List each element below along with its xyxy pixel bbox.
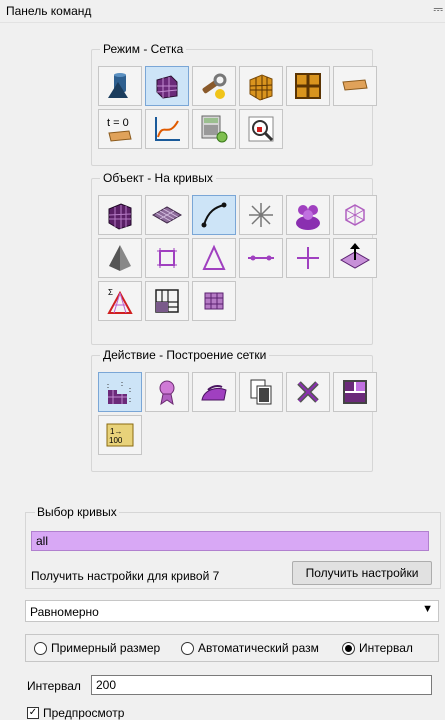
action-group-label: Действие - Построение сетки: [100, 348, 270, 362]
layout-button[interactable]: [333, 372, 377, 412]
award-icon: [151, 376, 183, 408]
quad-element-button[interactable]: [145, 238, 189, 278]
tools-button[interactable]: [192, 66, 236, 106]
time-zero-button[interactable]: t = 0: [98, 109, 142, 149]
check-icon[interactable]: ✓: [27, 707, 39, 719]
radio-interval[interactable]: Интервал: [342, 641, 413, 655]
zoom-button[interactable]: [239, 109, 283, 149]
curve-selection-label: Выбор кривых: [35, 505, 119, 519]
group-icon: [292, 199, 324, 231]
svg-text:100: 100: [109, 436, 123, 445]
sideset-button[interactable]: Σ: [98, 281, 142, 321]
panel-title-bar: Панель команд ⎓: [0, 0, 445, 23]
get-settings-text: Получить настройки для кривой 7: [31, 569, 220, 583]
volume-mesh-icon: [245, 70, 277, 102]
tools-icon: [198, 70, 230, 102]
vertex-star-button[interactable]: [239, 195, 283, 235]
chevron-down-icon[interactable]: ▼: [422, 603, 433, 615]
interval-icon: 1→ 100: [104, 419, 136, 451]
preview-label: Предпросмотр: [43, 706, 125, 720]
node-button[interactable]: [333, 195, 377, 235]
panel-title: Панель команд: [6, 4, 92, 18]
interval-button[interactable]: 1→ 100: [98, 415, 142, 455]
radio-approx-size[interactable]: Примерный размер: [34, 641, 160, 655]
node-icon: [339, 199, 371, 231]
surface-button[interactable]: [145, 195, 189, 235]
geometry-icon: [104, 70, 136, 102]
plot-icon: [151, 113, 183, 145]
iron-button[interactable]: [192, 372, 236, 412]
edge-element-icon: [245, 242, 277, 274]
radio-label: Примерный размер: [51, 641, 161, 655]
curve-icon: [198, 199, 230, 231]
award-button[interactable]: [145, 372, 189, 412]
normal-icon: [339, 242, 371, 274]
grid-table-button[interactable]: [192, 281, 236, 321]
curve-selection-input[interactable]: all: [31, 531, 429, 551]
radio-label: Автоматический разм: [198, 641, 319, 655]
calculator-icon: [198, 113, 230, 145]
time-zero-icon: t = 0: [104, 113, 136, 145]
surface-icon: [151, 199, 183, 231]
scheme-value: Равномерно: [30, 605, 99, 619]
radio-label: Интервал: [359, 641, 413, 655]
grid-button[interactable]: [286, 66, 330, 106]
get-settings-button[interactable]: Получить настройки: [292, 561, 432, 585]
radio-indicator[interactable]: [34, 641, 47, 655]
triangle-element-icon: [198, 242, 230, 274]
svg-text:t = 0: t = 0: [107, 117, 129, 129]
geometry-button[interactable]: [98, 66, 142, 106]
delete-mesh-button[interactable]: [286, 372, 330, 412]
mesh-button[interactable]: [145, 66, 189, 106]
copy-mesh-button[interactable]: [239, 372, 283, 412]
sideset-icon: Σ: [104, 285, 136, 317]
volume-button[interactable]: [98, 195, 142, 235]
radio-auto-size[interactable]: Автоматический разм: [181, 641, 339, 655]
radio-indicator[interactable]: [181, 641, 194, 655]
mode-group-label: Режим - Сетка: [100, 42, 187, 56]
object-group-label: Объект - На кривых: [100, 171, 216, 185]
interval-input[interactable]: 200: [91, 675, 432, 695]
grid-icon: [292, 70, 324, 102]
curve-button[interactable]: [192, 195, 236, 235]
pyramid-icon: [104, 242, 136, 274]
plot-button[interactable]: [145, 109, 189, 149]
layout-icon: [339, 376, 371, 408]
pin-icon[interactable]: ⎓: [433, 2, 443, 17]
volume-icon: [104, 199, 136, 231]
scheme-dropdown[interactable]: Равномерно ▼: [25, 600, 439, 622]
calculator-button[interactable]: [192, 109, 236, 149]
node-element-icon: [292, 242, 324, 274]
mesh-icon: [151, 70, 183, 102]
pyramid-button[interactable]: [98, 238, 142, 278]
triangle-element-button[interactable]: [192, 238, 236, 278]
normal-button[interactable]: [333, 238, 377, 278]
edge-element-button[interactable]: [239, 238, 283, 278]
boundary-condition-button[interactable]: [333, 66, 377, 106]
delete-mesh-icon: [292, 376, 324, 408]
node-element-button[interactable]: [286, 238, 330, 278]
preview-checkbox[interactable]: ✓ Предпросмотр: [27, 706, 124, 720]
group-button[interactable]: [286, 195, 330, 235]
zoom-icon: [245, 113, 277, 145]
svg-text:1→: 1→: [110, 427, 122, 436]
vertex-star-icon: [245, 199, 277, 231]
grid-table-icon: [198, 285, 230, 317]
boundary-condition-icon: [339, 70, 371, 102]
quad-element-icon: [151, 242, 183, 274]
volume-mesh-button[interactable]: [239, 66, 283, 106]
mesh-block-icon: [151, 285, 183, 317]
interval-label: Интервал: [27, 679, 81, 693]
svg-text:Σ: Σ: [108, 288, 113, 297]
size-mode-radio-group: Примерный размер Автоматический разм Инт…: [25, 634, 439, 662]
radio-indicator[interactable]: [342, 641, 355, 655]
copy-mesh-icon: [245, 376, 277, 408]
mesh-curve-button[interactable]: [98, 372, 142, 412]
mesh-block-button[interactable]: [145, 281, 189, 321]
mesh-curve-icon: [104, 376, 136, 408]
iron-icon: [198, 376, 230, 408]
